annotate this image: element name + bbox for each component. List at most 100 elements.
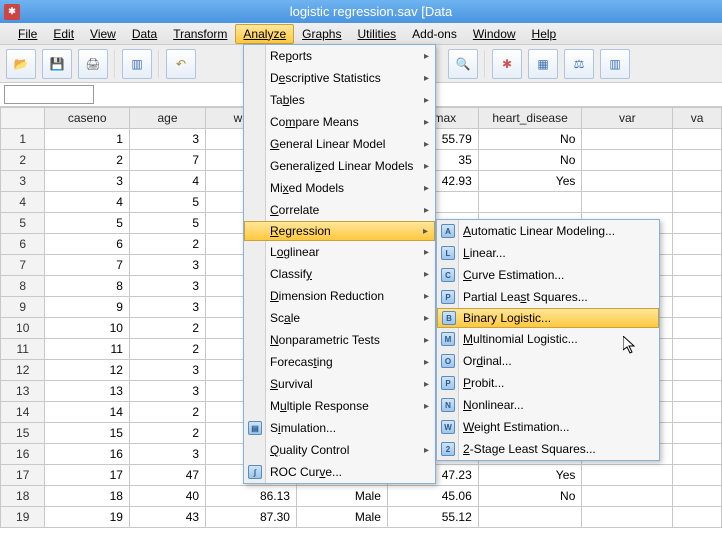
cell-weight[interactable]: 86.13	[206, 486, 297, 507]
menu-item-mixed-models[interactable]: Mixed Models	[244, 177, 435, 199]
menu-item-automatic-linear-modeling[interactable]: AAutomatic Linear Modeling...	[437, 220, 659, 242]
cell-caseno[interactable]: 11	[45, 339, 130, 360]
cell-caseno[interactable]: 14	[45, 402, 130, 423]
cell-caseno[interactable]: 1	[45, 129, 130, 150]
col-header-var[interactable]: va	[673, 108, 722, 129]
cell-empty[interactable]	[673, 423, 722, 444]
row-number-cell[interactable]: 9	[1, 297, 45, 318]
cell-caseno[interactable]: 8	[45, 276, 130, 297]
col-header-caseno[interactable]: caseno	[45, 108, 130, 129]
cell-heart-disease[interactable]: Yes	[478, 171, 582, 192]
cell-caseno[interactable]: 4	[45, 192, 130, 213]
cell-empty[interactable]	[673, 150, 722, 171]
find-button[interactable]: 🔍	[448, 49, 478, 79]
cell-empty[interactable]	[673, 276, 722, 297]
menu-item-forecasting[interactable]: Forecasting	[244, 351, 435, 373]
menu-item-weight-estimation[interactable]: WWeight Estimation...	[437, 416, 659, 438]
cell-empty[interactable]	[582, 507, 673, 528]
cell-age[interactable]: 2	[129, 318, 205, 339]
cell-caseno[interactable]: 6	[45, 234, 130, 255]
row-number-cell[interactable]: 7	[1, 255, 45, 276]
undo-button[interactable]: ↶	[166, 49, 196, 79]
menu-item-tables[interactable]: Tables	[244, 89, 435, 111]
menu-analyze[interactable]: Analyze	[235, 24, 294, 44]
menu-item-quality-control[interactable]: Quality Control	[244, 439, 435, 461]
row-number-cell[interactable]: 17	[1, 465, 45, 486]
cell-empty[interactable]	[673, 318, 722, 339]
cell-empty[interactable]	[673, 360, 722, 381]
row-number-cell[interactable]: 12	[1, 360, 45, 381]
cell-age[interactable]: 5	[129, 192, 205, 213]
cell-empty[interactable]	[673, 381, 722, 402]
cell-empty[interactable]	[673, 486, 722, 507]
cell-heart-disease[interactable]: No	[478, 129, 582, 150]
menu-item-loglinear[interactable]: Loglinear	[244, 241, 435, 263]
row-number-cell[interactable]: 8	[1, 276, 45, 297]
cell-age[interactable]: 40	[129, 486, 205, 507]
menu-item-ordinal[interactable]: OOrdinal...	[437, 350, 659, 372]
cell-caseno[interactable]: 5	[45, 213, 130, 234]
row-number-cell[interactable]: 13	[1, 381, 45, 402]
menu-transform[interactable]: Transform	[165, 24, 235, 44]
cell-age[interactable]: 7	[129, 150, 205, 171]
save-button[interactable]: 💾	[42, 49, 72, 79]
menu-addons[interactable]: Add-ons	[404, 24, 465, 44]
cell-caseno[interactable]: 9	[45, 297, 130, 318]
cell-gender[interactable]: Male	[296, 486, 387, 507]
menu-item-reports[interactable]: Reports	[244, 45, 435, 67]
recall-dialog-button[interactable]: ▥	[122, 49, 152, 79]
cell-age[interactable]: 3	[129, 381, 205, 402]
cell-reference-input[interactable]	[4, 85, 94, 104]
cell-empty[interactable]	[673, 234, 722, 255]
insert-cases-button[interactable]: ✱	[492, 49, 522, 79]
row-number-cell[interactable]: 19	[1, 507, 45, 528]
cell-empty[interactable]	[673, 255, 722, 276]
menu-item-simulation[interactable]: ▤Simulation...	[244, 417, 435, 439]
cell-empty[interactable]	[582, 171, 673, 192]
cell-caseno[interactable]: 15	[45, 423, 130, 444]
cell-caseno[interactable]: 16	[45, 444, 130, 465]
col-header-heart[interactable]: heart_disease	[478, 108, 582, 129]
menu-edit[interactable]: Edit	[45, 24, 82, 44]
row-number-cell[interactable]: 18	[1, 486, 45, 507]
cell-caseno[interactable]: 19	[45, 507, 130, 528]
cell-empty[interactable]	[582, 129, 673, 150]
cell-age[interactable]: 3	[129, 297, 205, 318]
col-header-age[interactable]: age	[129, 108, 205, 129]
menu-item-generalized-linear-models[interactable]: Generalized Linear Models	[244, 155, 435, 177]
cell-age[interactable]: 3	[129, 360, 205, 381]
cell-age[interactable]: 3	[129, 255, 205, 276]
cell-empty[interactable]	[673, 507, 722, 528]
select-cases-button[interactable]: ▥	[600, 49, 630, 79]
row-number-cell[interactable]: 1	[1, 129, 45, 150]
cell-empty[interactable]	[673, 129, 722, 150]
split-file-button[interactable]: ▦	[528, 49, 558, 79]
cell-gender[interactable]: Male	[296, 507, 387, 528]
cell-empty[interactable]	[673, 192, 722, 213]
cell-caseno[interactable]: 2	[45, 150, 130, 171]
cell-age[interactable]: 2	[129, 234, 205, 255]
cell-caseno[interactable]: 7	[45, 255, 130, 276]
row-number-cell[interactable]: 6	[1, 234, 45, 255]
menu-item-compare-means[interactable]: Compare Means	[244, 111, 435, 133]
row-number-cell[interactable]: 11	[1, 339, 45, 360]
cell-heart-disease[interactable]: No	[478, 486, 582, 507]
menu-item-scale[interactable]: Scale	[244, 307, 435, 329]
cell-caseno[interactable]: 13	[45, 381, 130, 402]
menu-item-partial-least-squares[interactable]: PPartial Least Squares...	[437, 286, 659, 308]
menu-item-descriptive-statistics[interactable]: Descriptive Statistics	[244, 67, 435, 89]
cell-age[interactable]: 3	[129, 276, 205, 297]
menu-item-curve-estimation[interactable]: CCurve Estimation...	[437, 264, 659, 286]
cell-empty[interactable]	[673, 402, 722, 423]
cell-age[interactable]: 47	[129, 465, 205, 486]
cell-weight[interactable]: 87.30	[206, 507, 297, 528]
cell-empty[interactable]	[673, 444, 722, 465]
cell-empty[interactable]	[673, 171, 722, 192]
cell-age[interactable]: 5	[129, 213, 205, 234]
cell-vo2max[interactable]: 55.12	[387, 507, 478, 528]
row-number-cell[interactable]: 14	[1, 402, 45, 423]
cell-heart-disease[interactable]	[478, 507, 582, 528]
cell-age[interactable]: 3	[129, 444, 205, 465]
cell-caseno[interactable]: 10	[45, 318, 130, 339]
menu-item-roc-curve[interactable]: ∫ROC Curve...	[244, 461, 435, 483]
